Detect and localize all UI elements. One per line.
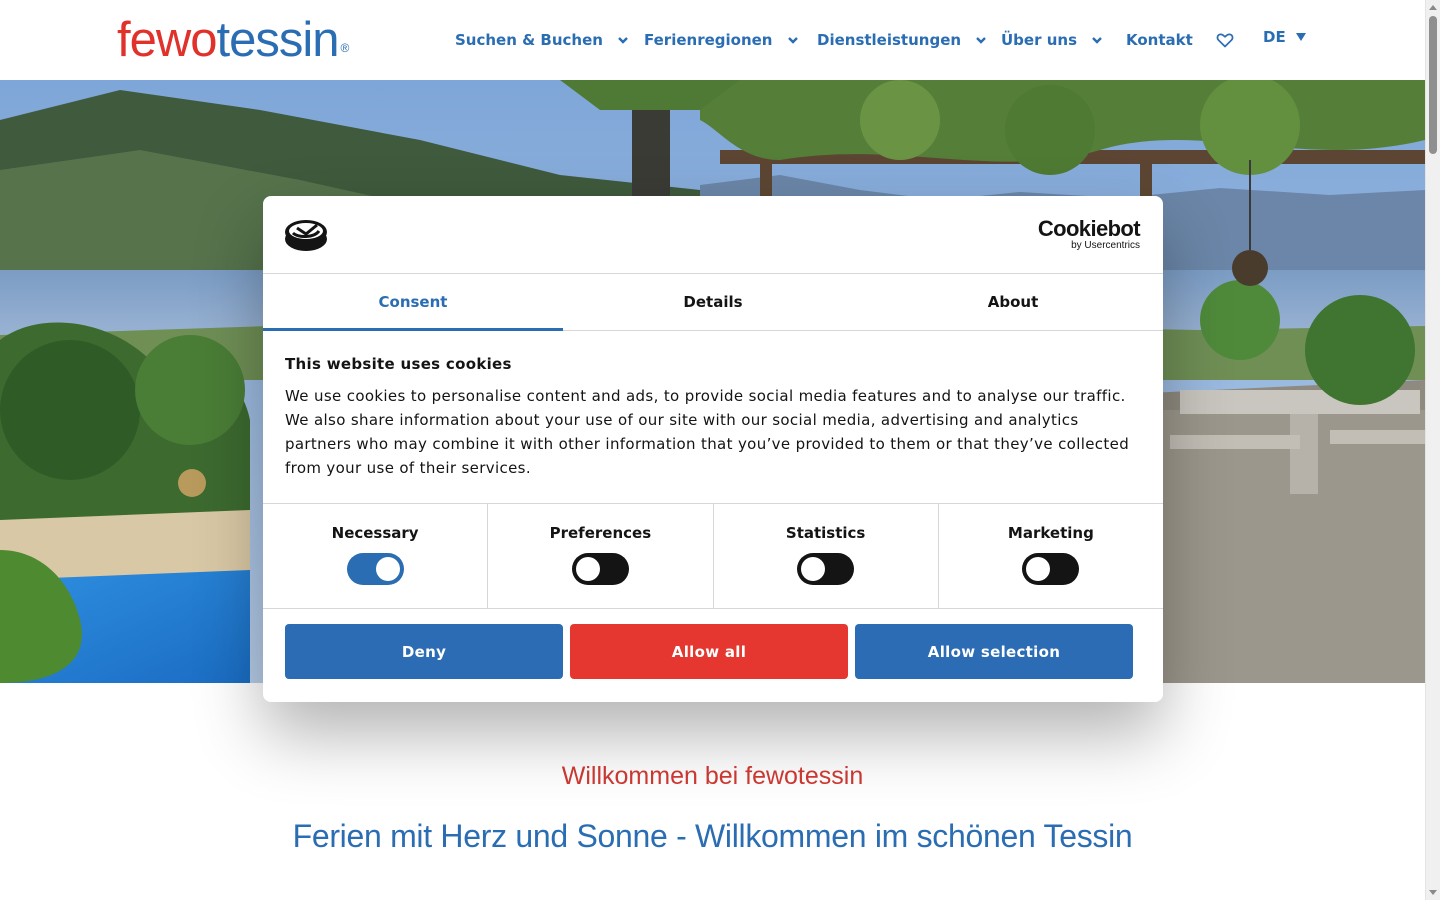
category-label: Statistics: [785, 524, 866, 542]
marketing-toggle[interactable]: [1022, 553, 1080, 585]
scroll-up-arrow-icon[interactable]: [1429, 5, 1437, 10]
chevron-down-icon: [787, 37, 798, 44]
dialog-tabs: Consent Details About: [263, 274, 1163, 331]
triangle-down-icon: [1295, 33, 1306, 41]
site-logo[interactable]: fewotessin ®: [117, 12, 349, 68]
category-marketing: Marketing: [939, 504, 1163, 608]
dialog-header: Cookiebot by Usercentrics: [263, 196, 1163, 274]
cookiebot-brand-name: Cookiebot: [1037, 216, 1141, 241]
category-label: Necessary: [331, 524, 419, 542]
category-statistics: Statistics: [714, 504, 939, 608]
category-label: Marketing: [1007, 524, 1094, 542]
dialog-body: This website uses cookies We use cookies…: [263, 331, 1163, 504]
category-label: Preferences: [549, 524, 652, 542]
language-selector[interactable]: DE: [1263, 28, 1306, 46]
chevron-down-icon: [976, 37, 986, 44]
language-label: DE: [1263, 28, 1286, 46]
preferences-toggle[interactable]: [571, 553, 629, 585]
allow-all-button[interactable]: Allow all: [570, 624, 848, 679]
nav-dienstleistungen[interactable]: Dienstleistungen: [817, 28, 987, 52]
cookie-consent-dialog: Cookiebot by Usercentrics Consent Detail…: [263, 196, 1163, 702]
tab-details[interactable]: Details: [563, 274, 863, 330]
necessary-toggle[interactable]: [346, 553, 404, 585]
nav-label: Suchen & Buchen: [455, 31, 603, 49]
statistics-toggle[interactable]: [797, 553, 855, 585]
nav-label: Über uns: [1001, 31, 1077, 49]
nav-ferienregionen[interactable]: Ferienregionen: [644, 28, 799, 52]
toggle-knob: [375, 557, 400, 581]
tab-about[interactable]: About: [863, 274, 1163, 330]
nav-label: Ferienregionen: [644, 31, 773, 49]
category-preferences: Preferences: [488, 504, 714, 608]
logo-part-fewo: fewo: [117, 13, 218, 67]
scrollbar-thumb[interactable]: [1429, 16, 1437, 154]
welcome-heading: Willkommen bei fewotessin: [561, 762, 864, 790]
dialog-heading: This website uses cookies: [285, 355, 512, 373]
toggle-knob: [1026, 557, 1051, 581]
dialog-description: We use cookies to personalise content an…: [285, 387, 1130, 477]
cookiebot-brand[interactable]: Cookiebot by Usercentrics: [1037, 216, 1141, 252]
cookie-category-toggles: Necessary Preferences Statistics Marketi…: [263, 504, 1163, 609]
nav-label: Kontakt: [1126, 31, 1193, 49]
cookiebot-logo-icon: [285, 220, 327, 251]
nav-label: Dienstleistungen: [817, 31, 962, 49]
page-tagline: Ferien mit Herz und Sonne - Willkommen i…: [292, 818, 1133, 854]
toggle-knob: [575, 557, 600, 581]
site-header: fewotessin ® Suchen & Buchen Ferienregion…: [0, 0, 1425, 80]
nav-kontakt[interactable]: Kontakt: [1126, 28, 1193, 52]
logo-registered-mark: ®: [340, 41, 350, 55]
chevron-down-icon: [1092, 37, 1102, 44]
scroll-down-arrow-icon[interactable]: [1429, 890, 1437, 895]
nav-ueber-uns[interactable]: Über uns: [1001, 28, 1103, 52]
heart-icon[interactable]: [1216, 31, 1234, 49]
tab-consent[interactable]: Consent: [263, 274, 563, 331]
toggle-knob: [801, 557, 826, 581]
allow-selection-button[interactable]: Allow selection: [855, 624, 1133, 679]
cookiebot-brand-sub: by Usercentrics: [1071, 240, 1140, 251]
dialog-buttons: Deny Allow all Allow selection: [263, 609, 1163, 679]
chevron-down-icon: [618, 37, 628, 44]
page-scrollbar[interactable]: [1425, 0, 1440, 900]
logo-part-tessin: tessin: [216, 13, 340, 67]
nav-suchen-buchen[interactable]: Suchen & Buchen: [455, 28, 629, 52]
deny-button[interactable]: Deny: [285, 624, 563, 679]
category-necessary: Necessary: [263, 504, 489, 608]
